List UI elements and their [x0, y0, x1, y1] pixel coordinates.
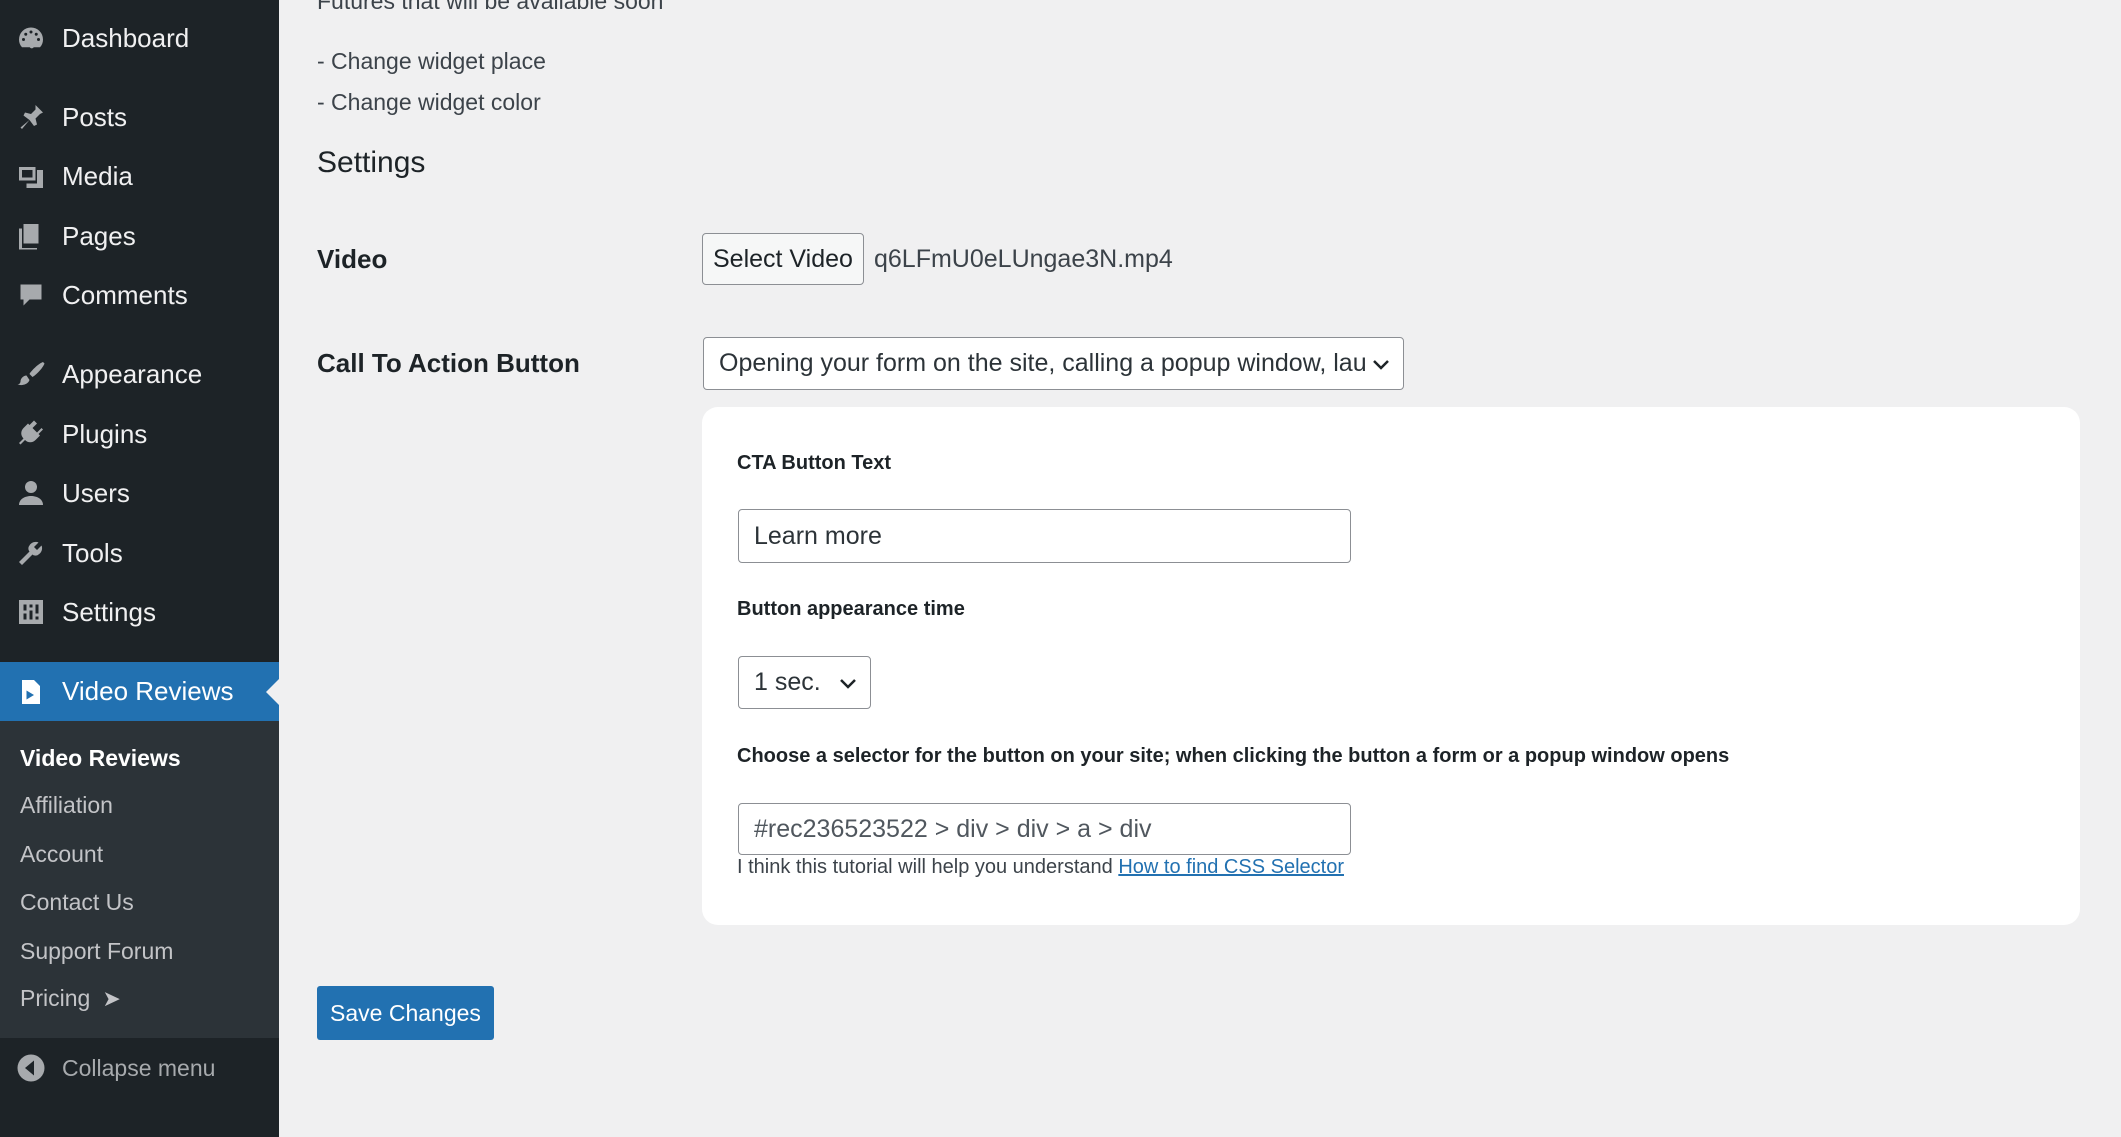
selector-label: Choose a selector for the button on your… [737, 745, 1730, 767]
wrench-icon [16, 538, 46, 568]
comment-icon [16, 280, 46, 310]
pages-icon [16, 221, 46, 251]
chevron-down-icon [1373, 360, 1389, 370]
collapse-label: Collapse menu [62, 1054, 216, 1081]
css-selector-tutorial-link[interactable]: How to find CSS Selector [1118, 856, 1344, 878]
futures-heading: Futures that will be available soon [317, 0, 664, 14]
menu-item-tools[interactable]: Tools [0, 525, 279, 581]
brush-icon [16, 359, 46, 389]
submenu-item-video-reviews[interactable]: Video Reviews [20, 745, 181, 772]
settings-heading: Settings [317, 146, 426, 179]
menu-label: Pages [62, 220, 136, 251]
help-text: I think this tutorial will help you unde… [737, 856, 1113, 878]
dashboard-icon [16, 23, 46, 53]
menu-item-media[interactable]: Media [0, 148, 279, 204]
cta-label: Call To Action Button [317, 348, 580, 378]
cta-type-value: Opening your form on the site, calling a… [719, 349, 1367, 377]
submenu-item-affiliation[interactable]: Affiliation [20, 792, 113, 819]
admin-sidebar: Dashboard Posts Media Pages Comments App… [0, 0, 279, 1137]
submenu-item-pricing[interactable]: Pricing ➤ [20, 985, 121, 1012]
menu-label: Settings [62, 596, 156, 627]
menu-label: Plugins [62, 418, 148, 449]
menu-item-users[interactable]: Users [0, 465, 279, 521]
settings-icon [16, 597, 46, 627]
menu-item-posts[interactable]: Posts [0, 89, 279, 145]
menu-label: Tools [62, 537, 123, 568]
menu-item-dashboard[interactable]: Dashboard [0, 10, 279, 66]
cta-text-input[interactable]: Learn more [738, 509, 1351, 563]
video-label: Video [317, 244, 388, 274]
submenu-label: Pricing [20, 985, 91, 1011]
send-arrow-icon: ➤ [102, 986, 121, 1011]
menu-label: Video Reviews [62, 676, 234, 706]
appearance-time-value: 1 sec. [754, 668, 821, 696]
collapse-arrow-icon [16, 1053, 46, 1083]
video-reviews-submenu: Video Reviews Affiliation Account Contac… [0, 721, 279, 1038]
menu-label: Users [62, 477, 130, 508]
future-item: - Change widget place [317, 48, 546, 74]
menu-label: Comments [62, 279, 188, 310]
cta-text-label: CTA Button Text [737, 452, 892, 474]
submenu-item-contact-us[interactable]: Contact Us [20, 889, 134, 916]
future-item: - Change widget color [317, 89, 541, 115]
select-video-button[interactable]: Select Video [702, 233, 864, 285]
menu-label: Media [62, 160, 133, 191]
cta-type-select[interactable]: Opening your form on the site, calling a… [703, 337, 1404, 390]
user-icon [16, 478, 46, 508]
video-filename: q6LFmU0eLUngae3N.mp4 [874, 245, 1173, 273]
submenu-item-account[interactable]: Account [20, 841, 103, 868]
menu-label: Appearance [62, 358, 203, 389]
menu-item-appearance[interactable]: Appearance [0, 346, 279, 402]
main-content: Futures that will be available soon - Ch… [279, 0, 2121, 1137]
menu-item-settings[interactable]: Settings [0, 584, 279, 640]
menu-label: Dashboard [62, 22, 190, 53]
chevron-down-icon [840, 679, 856, 689]
pin-icon [16, 102, 46, 132]
save-changes-button[interactable]: Save Changes [317, 986, 494, 1040]
appearance-time-select[interactable]: 1 sec. [738, 656, 871, 709]
cta-settings-panel: CTA Button Text Learn more Button appear… [702, 407, 2080, 925]
menu-item-comments[interactable]: Comments [0, 267, 279, 323]
media-icon [16, 161, 46, 191]
submenu-item-support-forum[interactable]: Support Forum [20, 938, 173, 965]
menu-item-video-reviews[interactable]: Video Reviews [0, 662, 279, 721]
selector-help-text: I think this tutorial will help you unde… [737, 856, 1344, 879]
css-selector-input[interactable]: #rec236523522 > div > div > a > div [738, 803, 1351, 855]
menu-item-plugins[interactable]: Plugins [0, 406, 279, 462]
plugin-icon [16, 419, 46, 449]
video-file-icon [16, 677, 46, 707]
collapse-menu-button[interactable]: Collapse menu [0, 1038, 279, 1098]
active-menu-arrow [266, 678, 279, 705]
menu-item-pages[interactable]: Pages [0, 208, 279, 264]
appearance-time-label: Button appearance time [737, 598, 965, 620]
menu-label: Posts [62, 101, 128, 132]
